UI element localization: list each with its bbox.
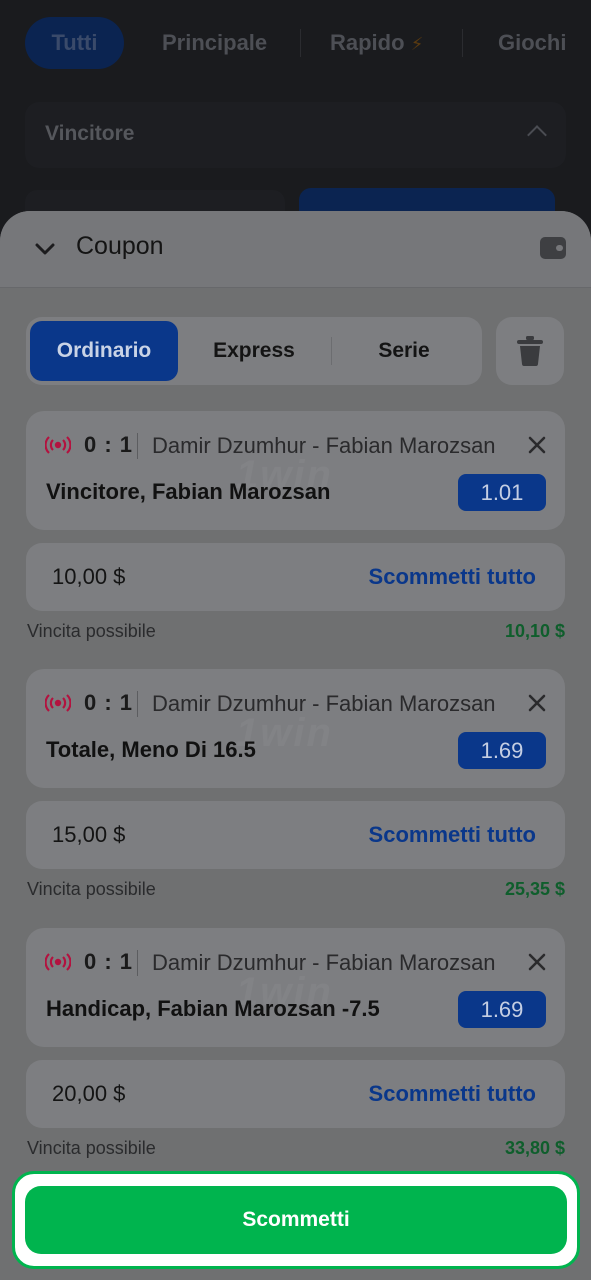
chevron-up-icon (527, 125, 547, 145)
possible-win-label: Vincita possibile (27, 879, 156, 899)
bet-all-button[interactable]: Scommetti tutto (369, 1081, 536, 1107)
tab-all[interactable]: Tutti (25, 17, 124, 69)
place-bet-highlight: Scommetti (12, 1171, 580, 1269)
match-name: Damir Dzumhur - Fabian Marozsan (152, 950, 496, 975)
stake-input[interactable]: 10,00 $ Scommetti tutto (26, 543, 565, 611)
divider (137, 691, 138, 717)
stake-value[interactable]: 10,00 $ (52, 564, 125, 590)
market-title: Vincitore (45, 122, 135, 145)
bet-selection: Totale, Meno Di 16.5 (46, 737, 256, 762)
live-score: 0 : 1 (84, 949, 134, 974)
bet-card: 1win 0 : 1 Damir Dzumhur - Fabian Marozs… (26, 928, 565, 1047)
bet-all-button[interactable]: Scommetti tutto (369, 564, 536, 590)
tab-serie[interactable]: Serie (330, 321, 478, 381)
tab-ordinario[interactable]: Ordinario (30, 321, 178, 381)
bet-card: 1win 0 : 1 Damir Dzumhur - Fabian Marozs… (26, 411, 565, 530)
bet-card: 1win 0 : 1 Damir Dzumhur - Fabian Marozs… (26, 669, 565, 788)
tab-divider (300, 29, 301, 57)
stake-input[interactable]: 15,00 $ Scommetti tutto (26, 801, 565, 869)
trash-icon (517, 336, 543, 366)
bet-all-button[interactable]: Scommetti tutto (369, 822, 536, 848)
coupon-title: Coupon (76, 232, 164, 260)
possible-win-value: 10,10 $ (504, 621, 565, 641)
wallet-icon[interactable] (540, 237, 566, 259)
market-header[interactable]: Vincitore (25, 102, 566, 168)
possible-win-row: Vincita possibile 33,80 $ (27, 1138, 565, 1162)
coupon-header: Coupon (0, 211, 591, 288)
possible-win-value: 25,35 $ (504, 879, 565, 899)
live-broadcast-icon (45, 694, 71, 712)
match-name: Damir Dzumhur - Fabian Marozsan (152, 433, 496, 458)
possible-win-label: Vincita possibile (27, 1138, 156, 1158)
bet-type-selector: Ordinario Express Serie (26, 317, 482, 385)
live-broadcast-icon (45, 953, 71, 971)
bet-selection: Handicap, Fabian Marozsan -7.5 (46, 996, 380, 1021)
possible-win-row: Vincita possibile 25,35 $ (27, 879, 565, 903)
bet-selection: Vincitore, Fabian Marozsan (46, 479, 331, 504)
live-score: 0 : 1 (84, 432, 134, 457)
possible-win-row: Vincita possibile 10,10 $ (27, 621, 565, 645)
tab-quick[interactable]: Rapido ⚡ (330, 17, 423, 69)
live-broadcast-icon (45, 436, 71, 454)
background-tabs: Tutti Principale Rapido ⚡ Giochi (0, 17, 591, 69)
bolt-icon: ⚡ (410, 34, 424, 54)
stake-value[interactable]: 15,00 $ (52, 822, 125, 848)
odd-badge: 1.69 (458, 732, 546, 769)
divider (137, 433, 138, 459)
coupon-sheet: Coupon Ordinario Express Serie 1win 0 : … (0, 211, 591, 1280)
odd-badge: 1.01 (458, 474, 546, 511)
close-icon[interactable] (527, 693, 547, 713)
tab-quick-label: Rapido (330, 30, 405, 55)
tab-divider (462, 29, 463, 57)
tab-express[interactable]: Express (180, 321, 328, 381)
possible-win-label: Vincita possibile (27, 621, 156, 641)
divider (137, 950, 138, 976)
tab-main[interactable]: Principale (162, 17, 267, 69)
close-icon[interactable] (527, 435, 547, 455)
stake-value[interactable]: 20,00 $ (52, 1081, 125, 1107)
place-bet-button[interactable]: Scommetti (25, 1186, 567, 1254)
chevron-down-icon[interactable] (35, 239, 55, 259)
tab-games[interactable]: Giochi (498, 17, 566, 69)
match-name: Damir Dzumhur - Fabian Marozsan (152, 691, 496, 716)
clear-coupon-button[interactable] (496, 317, 564, 385)
possible-win-value: 33,80 $ (504, 1138, 565, 1158)
close-icon[interactable] (527, 952, 547, 972)
live-score: 0 : 1 (84, 690, 134, 715)
odd-badge: 1.69 (458, 991, 546, 1028)
stake-input[interactable]: 20,00 $ Scommetti tutto (26, 1060, 565, 1128)
